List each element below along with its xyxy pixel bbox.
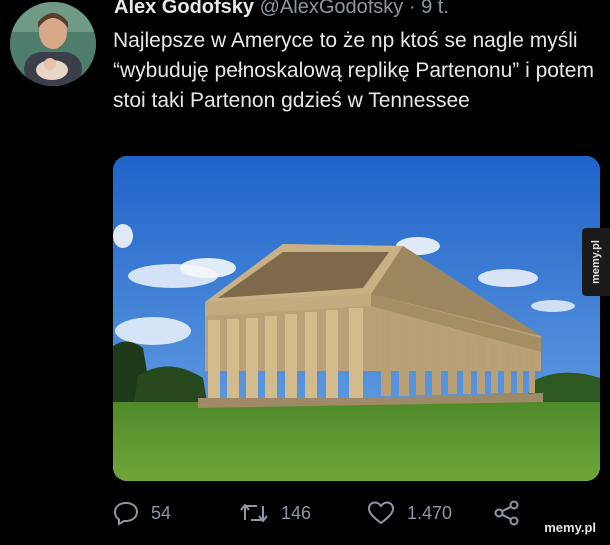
parthenon-image [113,156,600,481]
share-button[interactable] [493,497,533,529]
avatar-image [10,2,96,86]
author-avatar[interactable] [10,2,96,86]
share-icon [494,500,519,526]
author-name[interactable]: Alex Godofsky [114,0,254,18]
author-handle[interactable]: @AlexGodofsky [260,0,404,18]
tweet-header: Alex Godofsky @AlexGodofsky · 9 t. [114,0,449,19]
retweet-button[interactable]: 146 [239,497,311,529]
retweet-icon [240,504,268,522]
side-watermark: memy.pl [582,228,610,296]
like-count: 1.470 [407,502,453,523]
tweet-photo[interactable] [113,156,600,481]
header-separator: · [408,0,422,18]
retweet-count: 146 [281,502,312,523]
heart-icon [367,501,395,525]
side-watermark-text: memy.pl [590,240,602,284]
tweet-actions: 54 146 1.470 [113,497,533,529]
like-button[interactable]: 1.470 [367,497,452,529]
tweet-text: Najlepsze w Ameryce to że np ktoś se nag… [113,29,594,112]
reply-button[interactable]: 54 [113,497,171,529]
tweet-time[interactable]: 9 t. [421,0,449,18]
bottom-watermark: memy.pl [544,520,596,535]
reply-icon [113,501,139,526]
reply-count: 54 [151,502,172,523]
